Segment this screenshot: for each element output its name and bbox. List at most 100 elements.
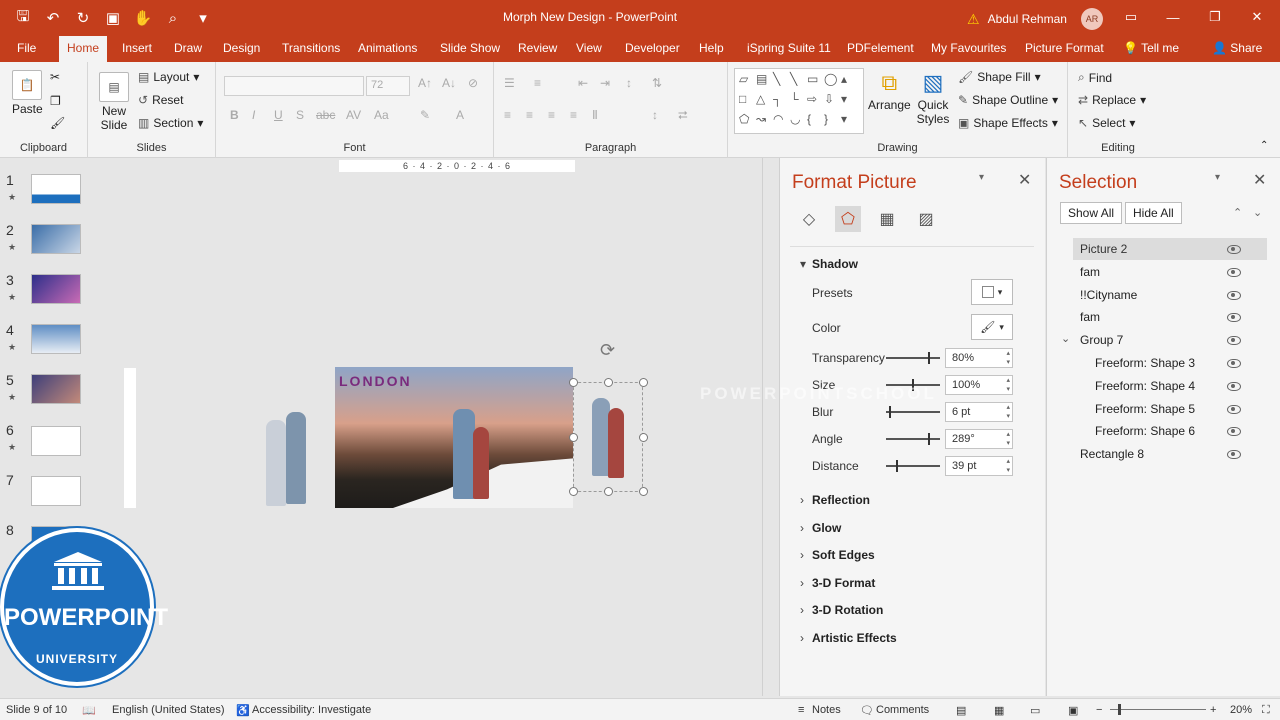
format-painter-icon[interactable]: 🖌 [50, 116, 65, 130]
tab-file[interactable]: File [17, 41, 36, 55]
line-icon[interactable]: ╲ [773, 72, 788, 90]
bold-icon[interactable]: B [230, 108, 239, 122]
person-figure[interactable] [286, 412, 306, 504]
freeform-icon[interactable]: ↝ [756, 112, 771, 130]
shadow-prop-spinner[interactable]: 100% ▴ ▾ [945, 375, 1013, 395]
slideshow-icon[interactable]: ▣ [1068, 704, 1078, 717]
shadow-section[interactable]: ▾ Shadow [800, 257, 858, 271]
brace-right-icon[interactable]: } [824, 112, 839, 130]
spinner-arrows-icon[interactable]: ▴ ▾ [1006, 376, 1010, 394]
arrange-button[interactable]: ⧉ Arrange [868, 70, 911, 112]
zoom-in-icon[interactable]: + [1210, 704, 1216, 716]
effect-section[interactable]: › 3-D Format [800, 576, 875, 590]
triangle-icon[interactable]: △ [756, 92, 771, 110]
line-spacing-icon[interactable]: ↕ [626, 76, 632, 90]
arc-icon[interactable]: ◡ [790, 112, 805, 130]
slider-thumb[interactable] [889, 406, 891, 418]
select-button[interactable]: ↖ Select ▾ [1078, 116, 1135, 130]
close-icon[interactable]: ✕ [1253, 170, 1266, 190]
bring-forward-icon[interactable]: ⌃ [1233, 206, 1242, 219]
oval-icon[interactable]: ◯ [824, 72, 839, 90]
spinner-arrows-icon[interactable]: ▴ ▾ [1006, 457, 1010, 475]
canvas-scrollbar[interactable] [762, 158, 776, 696]
selection-box[interactable] [573, 382, 643, 492]
tab-transitions[interactable]: Transitions [282, 41, 340, 55]
tab-developer[interactable]: Developer [625, 41, 680, 55]
eye-icon[interactable] [1227, 404, 1241, 414]
minimize-icon[interactable]: — [1152, 6, 1194, 28]
arrow-down-icon[interactable]: ⇩ [824, 92, 839, 110]
shapes-gallery[interactable]: ▱ ▤ ╲ ╲ ▭ ◯ ▴ □ △ ┐ └ ⇨ ⇩ ▾ ⬠ ↝ ◠ ◡{} ▾ [734, 68, 864, 134]
slider-thumb[interactable] [896, 460, 898, 472]
slide-thumbnail-4[interactable] [31, 324, 81, 354]
tab-draw[interactable]: Draw [174, 41, 202, 55]
align-right-icon[interactable]: ≡ [548, 108, 555, 122]
hide-all-button[interactable]: Hide All [1125, 202, 1182, 224]
tab-home[interactable]: Home [59, 36, 108, 62]
character-spacing-icon[interactable]: AV [346, 108, 361, 122]
fill-line-icon[interactable]: ◇ [796, 206, 822, 232]
elbow-arrow-icon[interactable]: └ [790, 92, 805, 110]
rectangle-icon[interactable]: ▭ [807, 72, 822, 90]
justify-icon[interactable]: ≡ [570, 108, 577, 122]
color-dropdown[interactable]: 🖌 ▾ [971, 314, 1013, 340]
slide-sorter-icon[interactable]: ▦ [994, 704, 1004, 717]
slide-thumbnail-6[interactable] [31, 426, 81, 456]
slide-thumbnail-2[interactable] [31, 224, 81, 254]
arrow-right-icon[interactable]: ⇨ [807, 92, 822, 110]
spinner-arrows-icon[interactable]: ▴ ▾ [1006, 403, 1010, 421]
close-window-icon[interactable]: ✕ [1236, 6, 1278, 28]
tab-insert[interactable]: Insert [122, 41, 152, 55]
section-button[interactable]: ▥ Section ▾ [138, 116, 203, 130]
line-shape-icon[interactable]: ╲ [790, 72, 805, 90]
resize-handle[interactable] [639, 487, 648, 496]
tab-view[interactable]: View [576, 41, 602, 55]
eye-icon[interactable] [1227, 267, 1241, 277]
eye-icon[interactable] [1227, 381, 1241, 391]
eye-icon[interactable] [1227, 450, 1241, 460]
slider-thumb[interactable] [928, 433, 930, 445]
cut-icon[interactable]: ✂ [50, 70, 60, 84]
zoom-out-icon[interactable]: − [1096, 704, 1102, 716]
share-button[interactable]: 👤 Share [1212, 41, 1262, 55]
gallery-scroll-down-icon[interactable]: ▾ [841, 92, 856, 110]
presets-dropdown[interactable]: ▾ [971, 279, 1013, 305]
effect-section[interactable]: › Artistic Effects [800, 631, 897, 645]
accessibility-status[interactable]: Accessibility: Investigate [252, 704, 371, 716]
rect-shape-icon[interactable]: □ [739, 92, 754, 110]
tab-review[interactable]: Review [518, 41, 557, 55]
pentagon-icon[interactable]: ⬠ [739, 112, 754, 130]
notes-button[interactable]: Notes [812, 704, 841, 716]
resize-handle[interactable] [569, 378, 578, 387]
numbering-icon[interactable]: ≡ [534, 76, 541, 90]
slide-thumbnail-1[interactable] [31, 174, 81, 204]
shadow-prop-slider[interactable] [886, 460, 940, 472]
tab-ispring[interactable]: iSpring Suite 11 [747, 41, 831, 55]
increase-font-icon[interactable]: A↑ [418, 76, 432, 90]
smartart-icon[interactable]: ⮂ [678, 108, 688, 123]
paste-button[interactable]: 📋 Paste [12, 70, 43, 116]
font-size-combo[interactable]: 72 [366, 76, 410, 96]
resize-handle[interactable] [604, 487, 613, 496]
shadow-prop-slider[interactable] [886, 433, 940, 445]
decrease-indent-icon[interactable]: ⇤ [578, 76, 588, 90]
bullets-icon[interactable]: ☰ [504, 76, 515, 90]
effect-section[interactable]: › Glow [800, 521, 841, 535]
slide-thumbnail-3[interactable] [31, 274, 81, 304]
tell-me[interactable]: 💡 Tell me [1123, 41, 1179, 55]
effect-section[interactable]: › Soft Edges [800, 548, 875, 562]
slider-thumb[interactable] [928, 352, 930, 364]
picture-icon[interactable]: ▨ [913, 206, 939, 232]
font-color-icon[interactable]: A [456, 108, 464, 122]
shadow-text-icon[interactable]: S [296, 108, 304, 122]
send-backward-icon[interactable]: ⌄ [1253, 206, 1262, 219]
tab-slide-show[interactable]: Slide Show [440, 41, 500, 55]
spinner-arrows-icon[interactable]: ▴ ▾ [1006, 430, 1010, 448]
collapse-ribbon-icon[interactable]: ⌃ [1260, 140, 1268, 151]
text-box-icon[interactable]: ▱ [739, 72, 754, 90]
zoom-slider[interactable] [1110, 704, 1206, 715]
change-case-icon[interactable]: Aa [374, 108, 389, 122]
pane-options-icon[interactable]: ▾ [979, 172, 984, 183]
effect-section[interactable]: › Reflection [800, 493, 870, 507]
effect-section[interactable]: › 3-D Rotation [800, 603, 883, 617]
